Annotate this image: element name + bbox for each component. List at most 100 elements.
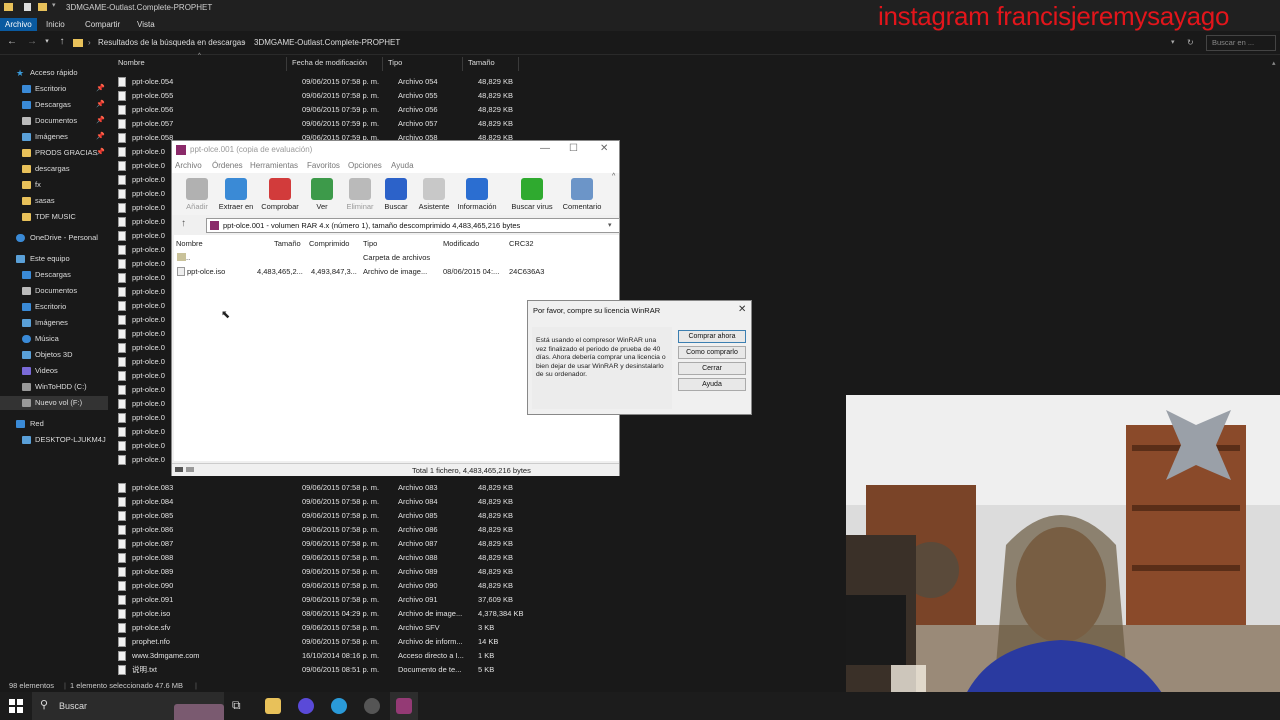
list-item[interactable]: ppt-olce.087 09/06/2015 07:58 p. m. Archiv… [118,537,518,551]
nav-item-musica[interactable]: Música [0,332,108,346]
toolbar-button-buscar-virus[interactable]: Buscar virus [510,176,554,214]
app-icon[interactable] [364,698,380,714]
toolbar-button-asistente[interactable]: Asistente [412,176,456,214]
close-icon[interactable]: ✕ [738,304,746,315]
pin-icon[interactable]: 📌 [96,82,105,96]
nav-item-pc-descargas[interactable]: Descargas [0,268,108,282]
list-item[interactable]: prophet.nfo 09/06/2015 07:58 p. m. Archivo… [118,635,518,649]
column-header-size[interactable]: Tamaño [468,58,495,67]
app-icon[interactable] [298,698,314,714]
list-item[interactable]: ppt-olce.056 09/06/2015 07:59 p. m. Archiv… [118,103,518,117]
nav-item-drive-c[interactable]: WinToHDD (C:) [0,380,108,394]
help-button[interactable]: Ayuda [678,378,746,391]
breadcrumb[interactable]: › Resultados de la búsqueda en descargas… [72,35,1200,51]
list-item[interactable]: ppt-olce.sfv 09/06/2015 07:58 p. m. Archiv… [118,621,518,635]
refresh-icon[interactable]: ↻ [1187,36,1194,50]
nav-item-imagenes[interactable]: Imágenes 📌 [0,130,108,144]
nav-item-pc-documentos[interactable]: Documentos [0,284,108,298]
toolbar-button-comprobar[interactable]: Comprobar [258,176,302,214]
nav-item-objetos-3d[interactable]: Objetos 3D [0,348,108,362]
tab-vista[interactable]: Vista [132,18,160,31]
path-dropdown-icon[interactable]: ▾ [608,219,612,232]
up-arrow-icon[interactable]: ↑ [56,36,68,48]
nav-item-este-equipo[interactable]: Este equipo [0,252,108,266]
nav-item-descargas-folder[interactable]: descargas [0,162,108,176]
toolbar-button-añadir[interactable]: Añadir [175,176,219,214]
nav-item-tdf-music[interactable]: TDF MUSIC [0,210,108,224]
file-explorer-icon[interactable] [265,698,281,714]
nav-item-desktop-pc[interactable]: DESKTOP-LJUKM4J [0,433,108,447]
list-item[interactable]: ppt-olce.085 09/06/2015 07:58 p. m. Archiv… [118,509,518,523]
list-item[interactable]: ppt-olce.089 09/06/2015 07:58 p. m. Archiv… [118,565,518,579]
nav-item-videos[interactable]: Videos [0,364,108,378]
winrar-title-bar[interactable]: ppt-olce.001 (copia de evaluación) — ☐ ✕ [172,141,619,159]
column-header-type[interactable]: Tipo [363,239,377,248]
table-row[interactable]: .. Carpeta de archivos [174,251,619,264]
nav-item-red[interactable]: Red [0,417,108,431]
column-header-size[interactable]: Tamaño [274,239,301,248]
list-item[interactable]: ppt-olce.iso 08/06/2015 04:29 p. m. Archiv… [118,607,523,621]
up-folder-icon[interactable]: ↑ [181,218,186,229]
pin-icon[interactable]: 📌 [96,98,105,112]
table-row[interactable]: ppt-olce.iso 4,483,465,2... 4,493,847,3.… [174,265,619,278]
nav-item-documentos[interactable]: Documentos 📌 [0,114,108,128]
column-header-type[interactable]: Tipo [388,58,402,67]
breadcrumb-search-results[interactable]: Resultados de la búsqueda en descargas [98,36,245,50]
recent-locations-chevron-icon[interactable]: ▾ [41,36,53,48]
list-item[interactable]: ppt-olce.090 09/06/2015 07:58 p. m. Archiv… [118,579,518,593]
list-item[interactable]: ppt-olce.055 09/06/2015 07:58 p. m. Archiv… [118,89,518,103]
nav-item-descargas[interactable]: Descargas 📌 [0,98,108,112]
list-item[interactable]: www.3dmgame.com 16/10/2014 08:16 p. m. Acc… [118,649,518,663]
forward-arrow-icon[interactable]: → [26,36,38,48]
list-item[interactable]: 说明.txt 09/06/2015 08:51 p. m. Documento de… [118,663,518,677]
pin-icon[interactable]: 📌 [96,114,105,128]
menu-herramientas[interactable]: Herramientas [250,161,298,170]
nav-item-pc-escritorio[interactable]: Escritorio [0,300,108,314]
new-folder-icon[interactable] [38,3,47,11]
menu-ayuda[interactable]: Ayuda [391,161,414,170]
search-input[interactable]: Buscar en ... [1206,35,1276,51]
column-header-packed[interactable]: Comprimido [309,239,349,248]
nav-item-acceso-rapido[interactable]: ★ Acceso rápido [0,66,108,80]
column-header-date[interactable]: Fecha de modificación [292,58,367,67]
column-header-modified[interactable]: Modificado [443,239,479,248]
windows-start-icon[interactable] [8,698,24,714]
scrollbar-up-icon[interactable]: ▴ [1272,59,1276,67]
edge-browser-icon[interactable] [331,698,347,714]
list-item[interactable]: ppt-olce.084 09/06/2015 07:58 p. m. Archiv… [118,495,518,509]
menu-opciones[interactable]: Opciones [348,161,382,170]
toolbar-button-información[interactable]: Información [455,176,499,214]
tab-compartir[interactable]: Compartir [80,18,125,31]
tab-archivo[interactable]: Archivo [0,18,37,31]
toolbar-overflow-icon[interactable]: ^ [612,173,615,180]
pin-icon[interactable]: 📌 [96,146,105,160]
breadcrumb-current-folder[interactable]: 3DMGAME-Outlast.Complete-PROPHET [254,36,400,50]
list-item[interactable]: ppt-olce.086 09/06/2015 07:58 p. m. Archiv… [118,523,518,537]
list-item[interactable]: ppt-olce.088 09/06/2015 07:58 p. m. Archiv… [118,551,518,565]
list-item[interactable]: ppt-olce.057 09/06/2015 07:59 p. m. Archiv… [118,117,518,131]
tab-inicio[interactable]: Inicio [41,18,70,31]
list-item[interactable]: ppt-olce.083 09/06/2015 07:58 p. m. Archiv… [118,481,518,495]
nav-item-fx[interactable]: fx [0,178,108,192]
nav-item-drive-f[interactable]: Nuevo vol (F:) [0,396,108,410]
close-button[interactable]: Cerrar [678,362,746,375]
chevron-down-icon[interactable]: ▾ [52,1,56,9]
maximize-icon[interactable]: ☐ [569,143,578,154]
menu-ordenes[interactable]: Órdenes [212,161,243,170]
menu-favoritos[interactable]: Favoritos [307,161,340,170]
close-icon[interactable]: ✕ [600,143,608,154]
toolbar-button-extraer-en[interactable]: Extraer en [214,176,258,214]
taskbar-search-box[interactable]: ⚲ Buscar [32,692,224,720]
nav-item-prods-gracias[interactable]: PRODS GRACIAS 📌 [0,146,108,160]
pin-icon[interactable]: 📌 [96,130,105,144]
menu-archivo[interactable]: Archivo [175,161,202,170]
buy-now-button[interactable]: Comprar ahora [678,330,746,343]
task-view-icon[interactable]: ⧉ [232,698,248,714]
archive-path-field[interactable]: ppt-olce.001 - volumen RAR 4.x (número 1… [206,218,620,233]
list-item[interactable]: ppt-olce.091 09/06/2015 07:58 p. m. Archiv… [118,593,518,607]
column-header-name[interactable]: Nombre [176,239,203,248]
address-chevron-icon[interactable]: ▾ [1171,36,1175,50]
how-to-buy-button[interactable]: Como comprarlo [678,346,746,359]
column-header-crc32[interactable]: CRC32 [509,239,534,248]
back-arrow-icon[interactable]: ← [6,36,18,48]
